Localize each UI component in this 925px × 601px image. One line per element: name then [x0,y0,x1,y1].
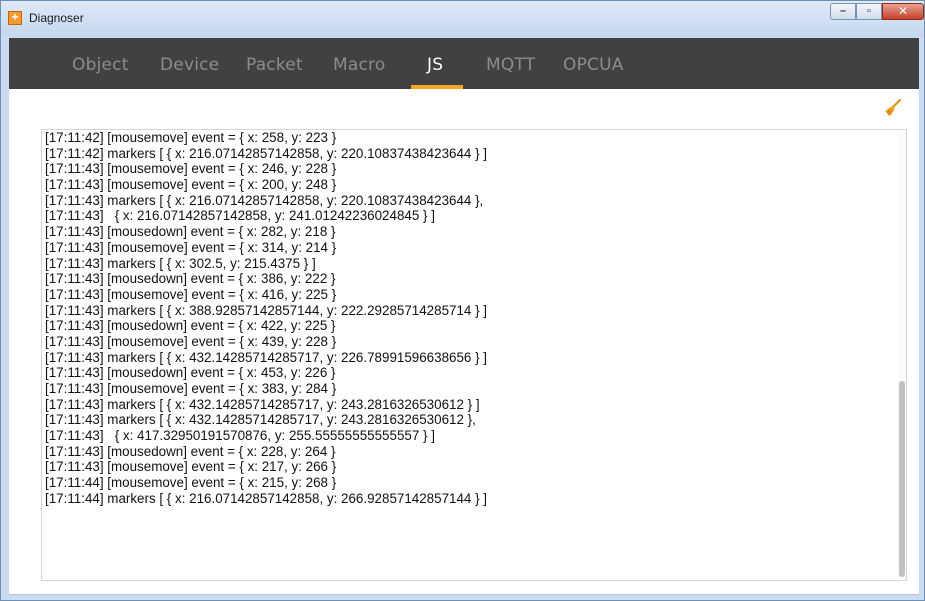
title-bar[interactable]: + Diagnoser – ▫ ✕ [1,1,924,37]
log-output: [17:11:42] [mousemove] event = { x: 258,… [45,130,885,507]
log-line: [17:11:42] markers [ { x: 216.0714285714… [45,145,487,161]
broom-clear-icon[interactable] [883,98,903,118]
client-area: Object Device Packet Macro JS MQTT OPCUA… [9,38,919,595]
log-line: [17:11:43] markers [ { x: 388.9285714285… [45,302,487,318]
log-line: [17:11:43] markers [ { x: 432.1428571428… [45,396,480,412]
log-line: [17:11:43] { x: 417.32950191570876, y: 2… [45,428,435,444]
log-line: [17:11:43] { x: 216.07142857142858, y: 2… [45,208,435,224]
vertical-scrollbar[interactable] [898,132,906,578]
log-line: [17:11:43] [mousemove] event = { x: 383,… [45,381,337,396]
log-line: [17:11:43] [mousedown] event = { x: 228,… [45,443,336,459]
log-line: [17:11:43] [mousedown] event = { x: 282,… [45,224,336,240]
maximize-button[interactable]: ▫ [856,3,882,20]
scrollbar-thumb[interactable] [899,381,905,577]
maximize-icon: ▫ [867,5,871,17]
log-line: [17:11:43] [mousemove] event = { x: 200,… [45,177,337,193]
tab-opcua[interactable]: OPCUA [563,55,624,75]
log-line: [17:11:43] [mousedown] event = { x: 422,… [45,318,336,334]
log-line: [17:11:44] markers [ { x: 216.0714285714… [45,490,487,506]
log-line: [17:11:43] markers [ { x: 432.1428571428… [45,412,476,428]
tab-js[interactable]: JS [427,55,443,75]
log-line: [17:11:43] markers [ { x: 302.5, y: 215.… [45,255,316,271]
log-line: [17:11:43] [mousedown] event = { x: 386,… [45,271,336,287]
tab-device[interactable]: Device [160,55,219,75]
minimize-button[interactable]: – [830,3,856,20]
tab-bar: Object Device Packet Macro JS MQTT OPCUA [9,38,919,89]
tab-mqtt[interactable]: MQTT [486,55,535,75]
tab-object[interactable]: Object [72,55,129,75]
log-line: [17:11:43] markers [ { x: 432.1428571428… [45,349,487,365]
log-line: [17:11:43] [mousemove] event = { x: 416,… [45,286,337,302]
tab-macro[interactable]: Macro [333,55,385,75]
log-line: [17:11:44] [mousemove] event = { x: 215,… [45,475,337,491]
minimize-icon: – [839,5,847,17]
bottom-border [9,594,919,595]
log-line: [17:11:43] markers [ { x: 216.0714285714… [45,192,484,208]
window-controls: – ▫ ✕ [830,3,924,21]
tab-packet[interactable]: Packet [246,55,303,75]
close-icon: ✕ [897,4,909,18]
log-line: [17:11:43] [mousemove] event = { x: 217,… [45,459,337,475]
active-tab-indicator [411,85,463,89]
log-line: [17:11:43] [mousemove] event = { x: 439,… [45,333,337,349]
log-line: [17:11:43] [mousemove] event = { x: 246,… [45,161,337,177]
app-icon: + [8,11,22,25]
log-panel[interactable]: [17:11:42] [mousemove] event = { x: 258,… [41,129,907,581]
log-line: [17:11:42] [mousemove] event = { x: 258,… [45,130,337,145]
close-button[interactable]: ✕ [882,3,924,20]
log-line: [17:11:43] [mousemove] event = { x: 314,… [45,239,337,255]
log-line: [17:11:43] [mousedown] event = { x: 453,… [45,365,336,381]
window-title: Diagnoser [29,11,84,25]
diagnoser-window: + Diagnoser – ▫ ✕ Object Device Packet M… [0,0,925,601]
